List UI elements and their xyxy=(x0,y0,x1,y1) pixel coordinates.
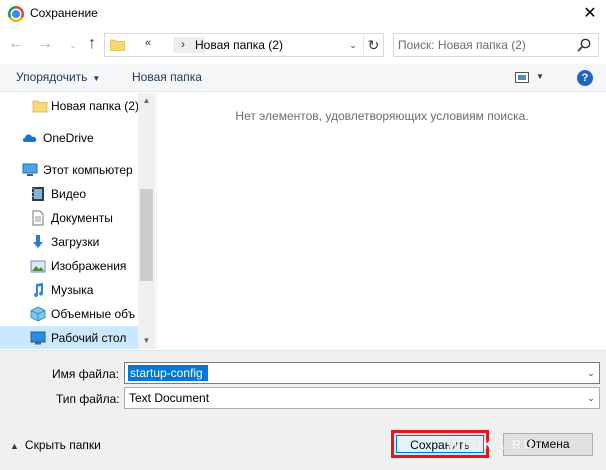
onedrive-icon xyxy=(22,134,37,142)
breadcrumb-separator[interactable]: › xyxy=(181,37,185,51)
sidebar-item-documents[interactable]: Документы xyxy=(0,206,138,230)
search-box[interactable] xyxy=(393,33,599,57)
window-title: Сохранение xyxy=(30,6,98,20)
3d-objects-icon xyxy=(30,306,46,322)
folder-icon xyxy=(110,39,125,51)
save-form: Имя файла: ⌄ Тип файла: Text Document ⌄ … xyxy=(0,350,606,470)
sidebar-item-music[interactable]: Музыка xyxy=(0,278,138,302)
scrollbar-thumb[interactable] xyxy=(140,189,153,281)
computer-icon xyxy=(22,163,38,176)
sidebar-item-label: Новая папка (2) xyxy=(51,99,139,113)
organize-button[interactable]: Упорядочить ▼ xyxy=(16,70,100,84)
pictures-icon xyxy=(30,260,46,273)
sidebar-item-3d-objects[interactable]: Объемные объ xyxy=(0,302,138,326)
empty-results-message: Нет элементов, удовлетворяющих условиям … xyxy=(235,109,529,123)
sidebar-item-label: Объемные объ xyxy=(51,307,136,321)
search-input[interactable] xyxy=(398,37,568,53)
sidebar-item-label: Изображения xyxy=(51,259,127,273)
hide-folders-label: Скрыть папки xyxy=(24,438,101,452)
sidebar-item-label: Документы xyxy=(51,211,113,225)
download-arrow-icon xyxy=(33,235,43,248)
title-bar: Сохранение ✕ xyxy=(0,0,606,28)
filetype-value: Text Document xyxy=(129,391,210,405)
sidebar-item-pictures[interactable]: Изображения xyxy=(0,254,138,278)
recent-locations-chevron-icon[interactable]: ⌄ xyxy=(63,35,83,55)
new-folder-button[interactable]: Новая папка xyxy=(132,70,202,84)
sidebar-item-label: Этот компьютер xyxy=(43,163,133,177)
organize-caret-icon: ▼ xyxy=(92,74,101,83)
sidebar-item-new-folder[interactable]: Новая папка (2) xyxy=(0,94,139,118)
sidebar-item-label: Рабочий стол xyxy=(51,331,127,345)
organize-label: Упорядочить xyxy=(16,70,88,84)
change-view-button[interactable]: ▼ xyxy=(512,68,548,88)
sidebar-item-desktop[interactable]: Рабочий стол xyxy=(0,326,138,349)
view-caret-icon: ▼ xyxy=(536,72,544,81)
search-icon[interactable] xyxy=(576,37,592,53)
file-list-pane[interactable]: Нет элементов, удовлетворяющих условиям … xyxy=(156,93,606,349)
address-bar[interactable]: « › Новая папка (2) ⌄ ↻ xyxy=(104,33,384,57)
filetype-label: Тип файла: xyxy=(56,392,120,406)
sidebar-item-label: Видео xyxy=(51,187,87,201)
command-toolbar: Упорядочить ▼ Новая папка ▼ ? xyxy=(0,64,606,92)
sidebar-item-this-pc[interactable]: Этот компьютер xyxy=(0,158,138,182)
filetype-select[interactable]: Text Document ⌄ xyxy=(124,387,600,409)
scroll-down-arrow-icon[interactable]: ▼ xyxy=(138,333,155,349)
address-dropdown-icon[interactable]: ⌄ xyxy=(345,36,361,54)
chrome-icon xyxy=(8,6,24,22)
filename-combobox[interactable]: ⌄ xyxy=(124,362,600,384)
folder-icon xyxy=(32,100,48,113)
breadcrumb-overflow[interactable]: « xyxy=(145,37,151,49)
filetype-dropdown-icon[interactable]: ⌄ xyxy=(583,388,599,408)
sidebar-item-label: Загрузки xyxy=(51,235,100,249)
music-note-icon xyxy=(34,283,44,297)
hide-folders-button[interactable]: ▲ Скрыть папки xyxy=(10,438,101,452)
back-arrow-icon[interactable]: ← xyxy=(6,34,26,54)
view-icon xyxy=(515,72,529,83)
sidebar-item-label: OneDrive xyxy=(43,131,94,145)
up-arrow-icon[interactable]: ↑ xyxy=(82,34,102,54)
sidebar-item-downloads[interactable]: Загрузки xyxy=(0,230,138,254)
scroll-up-arrow-icon[interactable]: ▲ xyxy=(138,93,155,109)
video-icon xyxy=(32,187,44,201)
forward-arrow-icon[interactable]: → xyxy=(35,34,55,54)
documents-icon xyxy=(32,210,44,226)
watermark: WIFIKA.RU xyxy=(448,437,535,452)
desktop-icon xyxy=(30,331,46,345)
help-icon[interactable]: ? xyxy=(577,70,593,86)
sidebar-item-onedrive[interactable]: OneDrive xyxy=(0,126,138,150)
navigation-pane: Новая папка (2) OneDrive Этот компьютер … xyxy=(0,93,155,349)
filename-dropdown-icon[interactable]: ⌄ xyxy=(583,363,599,383)
close-button[interactable]: ✕ xyxy=(574,0,606,28)
filename-label: Имя файла: xyxy=(52,367,119,381)
filename-input[interactable] xyxy=(128,365,208,381)
breadcrumb-current-folder[interactable]: Новая папка (2) xyxy=(195,38,283,52)
collapse-caret-icon: ▲ xyxy=(10,441,19,451)
sidebar-item-videos[interactable]: Видео xyxy=(0,182,138,206)
sidebar-item-label: Музыка xyxy=(51,283,94,297)
refresh-icon[interactable]: ↻ xyxy=(363,35,383,55)
sidebar-scrollbar[interactable]: ▲ ▼ xyxy=(138,93,155,349)
